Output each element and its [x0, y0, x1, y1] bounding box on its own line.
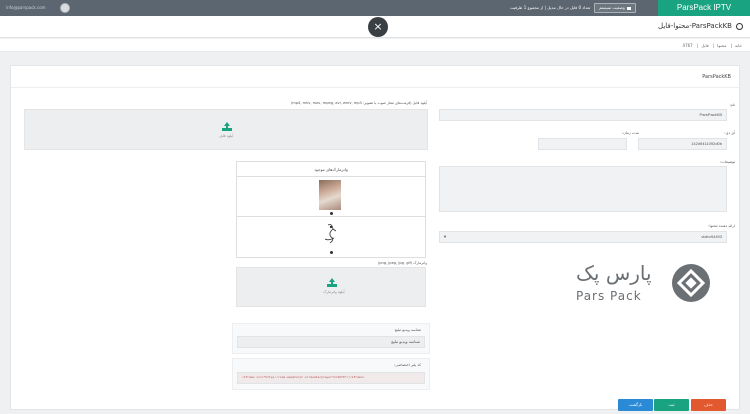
description-label: توضیحات: — [719, 160, 735, 164]
brand-logo[interactable]: ParsPack IPTV — [658, 0, 750, 16]
provider-label: ارائه دهنده محتوا: — [708, 224, 735, 228]
avatar[interactable] — [60, 3, 70, 13]
embed-label: کد پلیر اختصاصی: — [394, 363, 421, 367]
breadcrumb: خانه| محتوا| فایل| 4767 — [0, 39, 750, 52]
monitor-icon — [626, 6, 631, 10]
provider-value: video94493 — [701, 234, 722, 239]
provider-select[interactable]: video94493 ▼ — [439, 231, 727, 243]
sketch-image[interactable] — [322, 221, 342, 247]
close-button[interactable]: × — [368, 17, 388, 37]
tag-input[interactable]: شناسه ویدیو تبلیغ — [237, 336, 425, 348]
system-status-button[interactable]: وضعیت سیستم — [594, 3, 636, 13]
card-title: ParsPackKB — [702, 74, 731, 80]
system-status-label: وضعیت سیستم — [599, 5, 625, 10]
tag-label: شناسه ویدیو تبلیغ — [394, 328, 421, 332]
card-header: ParsPackKB — [11, 66, 739, 88]
duration-input[interactable] — [538, 138, 627, 150]
embed-box: کد پلیر اختصاصی: <iframe src="https://co… — [232, 358, 430, 390]
delete-button[interactable]: حذف — [691, 399, 726, 411]
save-button[interactable]: ثبت — [654, 399, 689, 411]
file-upload-dropzone[interactable]: آپلود فایل — [24, 109, 428, 150]
poster-image[interactable] — [319, 180, 341, 210]
breadcrumb-id: 4767 — [682, 43, 693, 48]
breadcrumb-content[interactable]: محتوا — [717, 43, 726, 48]
file-upload-button-label: آپلود فایل — [219, 134, 234, 138]
id-input[interactable]: 142d9411092d0b — [638, 138, 727, 150]
delete-dot-icon[interactable] — [330, 251, 333, 254]
conversion-status-text: تعداد 0 فایل در حال تبدیل | از مجموع 1 ظ… — [510, 5, 591, 10]
poster-row — [237, 218, 425, 258]
circle-icon — [736, 23, 743, 30]
logo-text-en: Pars Pack — [576, 289, 642, 303]
poster-upload-button-label: آپلود واترمارک — [323, 290, 345, 294]
content-card: ParsPackKB نام: ParsPackKB آی دی: 142d94… — [10, 65, 740, 411]
page-title: محتوا-فایل-ParsPackKB — [658, 22, 732, 30]
user-name[interactable]: info@parspack.com — [6, 0, 46, 16]
poster-upload-label: واترمارک (png, jpeg, jpg, gif) — [377, 261, 427, 265]
delete-dot-icon[interactable] — [330, 212, 333, 215]
parspack-watermark-logo: پارس پک Pars Pack — [570, 261, 720, 321]
description-textarea[interactable] — [439, 166, 727, 212]
back-button[interactable]: بازگشت — [618, 399, 653, 411]
logo-text-fa: پارس پک — [576, 261, 652, 285]
upload-icon — [222, 122, 232, 131]
tag-box: شناسه ویدیو تبلیغ شناسه ویدیو تبلیغ — [232, 323, 430, 354]
posters-box: واترمارک‌های موجود — [236, 161, 426, 258]
breadcrumb-file[interactable]: فایل — [701, 43, 708, 48]
name-input[interactable]: ParsPackKB — [439, 109, 727, 121]
duration-label: مدت زمان: — [622, 131, 639, 135]
poster-upload-dropzone[interactable]: آپلود واترمارک — [236, 267, 426, 307]
top-bar: ParsPack IPTV وضعیت سیستم تعداد 0 فایل د… — [0, 0, 750, 16]
chevron-down-icon: ▼ — [443, 234, 447, 239]
logo-mark-icon — [672, 264, 710, 302]
poster-row — [237, 177, 425, 217]
breadcrumb-home[interactable]: خانه — [735, 43, 742, 48]
posters-title: واترمارک‌های موجود — [237, 162, 425, 177]
upload-icon — [327, 278, 337, 287]
embed-code[interactable]: <iframe src="https://cod.aapaterpr.ir/me… — [237, 372, 425, 384]
upload-file-label: آپلود فایل (فرمت‌های مجاز صوت یا تصویر: … — [290, 101, 427, 105]
name-label: نام: — [729, 103, 735, 107]
id-label: آی دی: — [724, 131, 735, 135]
